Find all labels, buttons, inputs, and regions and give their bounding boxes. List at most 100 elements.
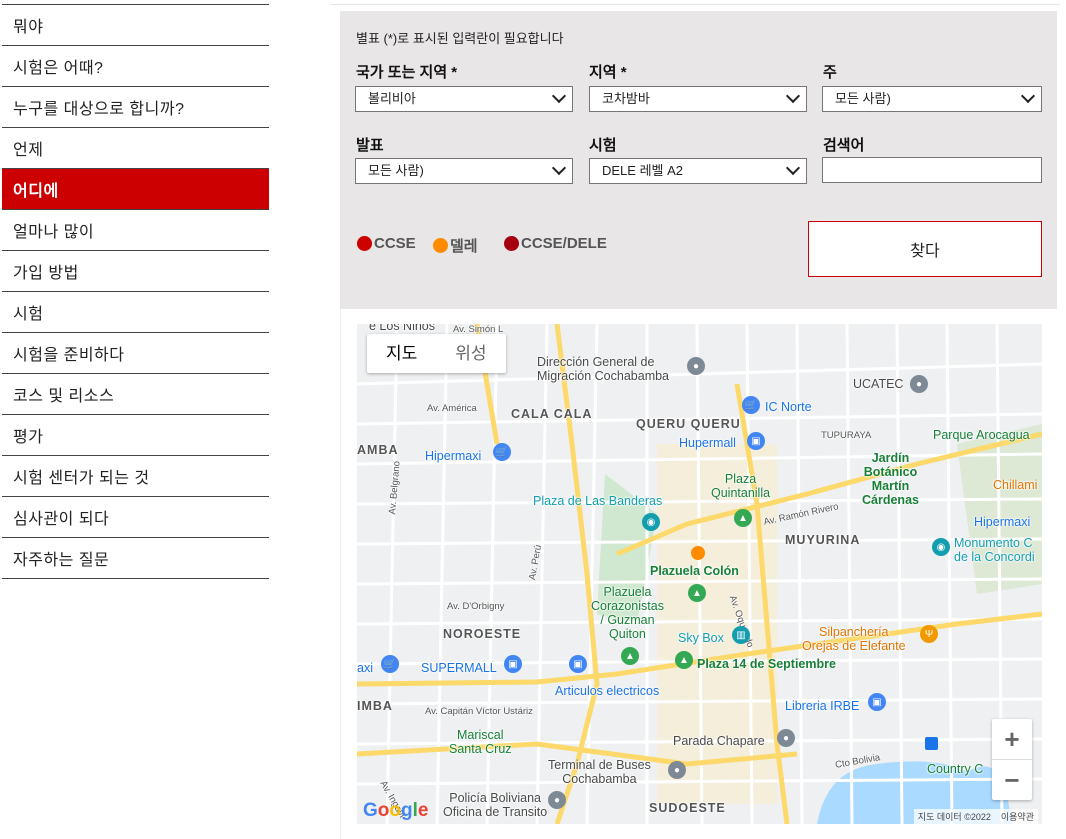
sidebar-item[interactable]: 가입 방법 <box>2 251 269 292</box>
dele-location-marker[interactable] <box>691 546 705 560</box>
shopping-bag-icon: ▣ <box>504 655 522 673</box>
chevron-down-icon <box>551 88 567 104</box>
google-map[interactable]: 지도 위성 e Los Niños Av. Simón L Dirección … <box>357 324 1042 824</box>
map-label: MUYURINA <box>785 533 861 547</box>
legend-label: 델레 <box>450 238 478 255</box>
google-logo: Google <box>363 800 429 821</box>
shopping-bag-icon: ▣ <box>747 432 765 450</box>
sidebar-item[interactable]: 얼마나 많이 <box>2 210 269 251</box>
map-data-credit: 지도 데이터 ©2022 <box>917 812 991 822</box>
shopping-cart-icon: 🛒 <box>493 443 511 461</box>
tree-icon: ▲ <box>734 509 752 527</box>
exam-select-value: DELE 레벨 A2 <box>602 163 684 178</box>
map-label: QUERU QUERU <box>636 417 741 431</box>
sidebar-item[interactable]: 심사관이 되다 <box>2 497 269 538</box>
map-label: Policía Boliviana Oficina de Transito <box>443 791 548 819</box>
country-select[interactable]: 볼리비아 <box>355 86 573 112</box>
shopping-bag-icon: ▣ <box>569 655 587 673</box>
legend-label: CCSE/DELE <box>521 235 607 252</box>
region-label: 지역 * <box>589 64 627 81</box>
map-label: SUPERMALL <box>421 661 497 675</box>
state-select[interactable]: 모든 사람) <box>822 86 1042 112</box>
map-label: TUPURAYA <box>821 430 872 441</box>
region-select[interactable]: 코차밤바 <box>589 86 807 112</box>
place-pin-icon: ● <box>687 357 705 375</box>
search-form-panel: 별표 (*)로 표시된 입력란이 필요합니다 국가 또는 지역 * 볼리비아 지… <box>340 11 1057 309</box>
ccse-dot-icon <box>357 236 372 251</box>
sidebar-nav: 뭐야 시험은 어때? 누구를 대상으로 합니까? 언제 어디에 얼마나 많이 가입 방법 시험… <box>2 4 269 579</box>
map-label: Chillami <box>993 478 1038 492</box>
sidebar-item[interactable]: 시험 센터가 되는 것 <box>2 456 269 497</box>
keyword-label: 검색어 <box>823 137 865 154</box>
map-label: Av. América <box>427 403 477 414</box>
sidebar-item[interactable]: 코스 및 리소스 <box>2 374 269 415</box>
map-label: Jardín Botánico Martín Cárdenas <box>862 451 919 507</box>
map-label: Hipermaxi <box>974 515 1031 529</box>
map-section: 지도 위성 e Los Niños Av. Simón L Dirección … <box>340 309 1058 839</box>
map-type-toggle: 지도 위성 <box>367 334 506 373</box>
place-pin-icon: ● <box>910 375 928 393</box>
map-type-satellite-button[interactable]: 위성 <box>436 334 505 373</box>
map-label: Dirección General de Migración Cochabamb… <box>537 355 670 383</box>
sidebar-item[interactable]: 언제 <box>2 128 269 169</box>
keyword-input[interactable] <box>822 157 1042 183</box>
map-label: Plaza de Las Banderas <box>533 494 663 508</box>
tree-icon: ▲ <box>621 647 639 665</box>
map-label: e Los Niños <box>369 324 436 333</box>
chevron-down-icon <box>785 88 801 104</box>
map-label: Av. Simón L <box>453 324 504 335</box>
map-label: IC Norte <box>765 400 812 414</box>
legend-ccse: CCSE <box>357 235 416 252</box>
sidebar-item[interactable]: 시험은 어때? <box>2 46 269 87</box>
zoom-control: + − <box>992 719 1032 800</box>
camera-icon: ◉ <box>932 538 950 556</box>
sidebar-item[interactable]: 누구를 대상으로 합니까? <box>2 87 269 128</box>
search-button[interactable]: 찾다 <box>808 221 1042 277</box>
map-label: CALA CALA <box>511 407 593 421</box>
map-label: IMBA <box>357 699 393 713</box>
dele-dot-icon <box>433 238 448 253</box>
map-label: Silpanchería Orejas de Elefante <box>802 625 906 653</box>
exam-select[interactable]: DELE 레벨 A2 <box>589 158 807 184</box>
shopping-cart-icon: 🛒 <box>381 655 399 673</box>
map-label: Articulos electricos <box>555 684 660 698</box>
map-label: SUDOESTE <box>649 801 726 815</box>
map-type-map-button[interactable]: 지도 <box>367 334 436 373</box>
exam-label: 시험 <box>589 137 617 154</box>
state-label: 주 <box>823 64 837 81</box>
zoom-in-button[interactable]: + <box>992 719 1032 759</box>
sidebar-item[interactable]: 시험을 준비하다 <box>2 333 269 374</box>
chevron-down-icon <box>785 160 801 176</box>
sidebar-item[interactable]: 자주하는 질문 <box>2 538 269 579</box>
zoom-out-button[interactable]: − <box>992 760 1032 800</box>
country-label: 국가 또는 지역 * <box>356 64 458 81</box>
map-label: axi <box>357 661 373 675</box>
ccse-dele-dot-icon <box>504 236 519 251</box>
map-label: Plazuela Corazonistas / Guzman Quiton <box>591 585 664 641</box>
map-label: Parque Arocagua <box>933 428 1030 442</box>
building-icon: ▥ <box>732 626 750 644</box>
sidebar-item[interactable]: 뭐야 <box>2 5 269 46</box>
map-label: Mariscal Santa Cruz <box>449 728 512 756</box>
shopping-cart-icon: 🛒 <box>742 396 760 414</box>
camera-icon: ◉ <box>642 513 660 531</box>
legend-ccse-dele: CCSE/DELE <box>504 235 607 252</box>
country-select-value: 볼리비아 <box>368 91 416 106</box>
map-label: Av. D'Orbigny <box>447 601 505 612</box>
map-label: Parada Chapare <box>673 734 765 748</box>
chevron-down-icon <box>551 160 567 176</box>
map-label: Hupermall <box>679 436 736 450</box>
announcement-select[interactable]: 모든 사람) <box>355 158 573 184</box>
tree-icon: ▲ <box>675 651 693 669</box>
tree-icon: ▲ <box>688 584 706 602</box>
map-label: AMBA <box>357 443 399 457</box>
map-label: Country C <box>927 762 984 776</box>
map-label: Monumento C de la Concordi <box>954 536 1035 564</box>
sidebar-item[interactable]: 어디에 <box>2 169 269 210</box>
sidebar-item[interactable]: 평가 <box>2 415 269 456</box>
map-label: Av. Capitán Víctor Ustáriz <box>425 706 533 717</box>
legend-dele: 델레 <box>433 235 478 256</box>
sidebar-item[interactable]: 시험 <box>2 292 269 333</box>
map-attribution: 지도 데이터 ©2022 이용약관 <box>913 809 1038 824</box>
map-terms-link[interactable]: 이용약관 <box>1001 812 1034 822</box>
